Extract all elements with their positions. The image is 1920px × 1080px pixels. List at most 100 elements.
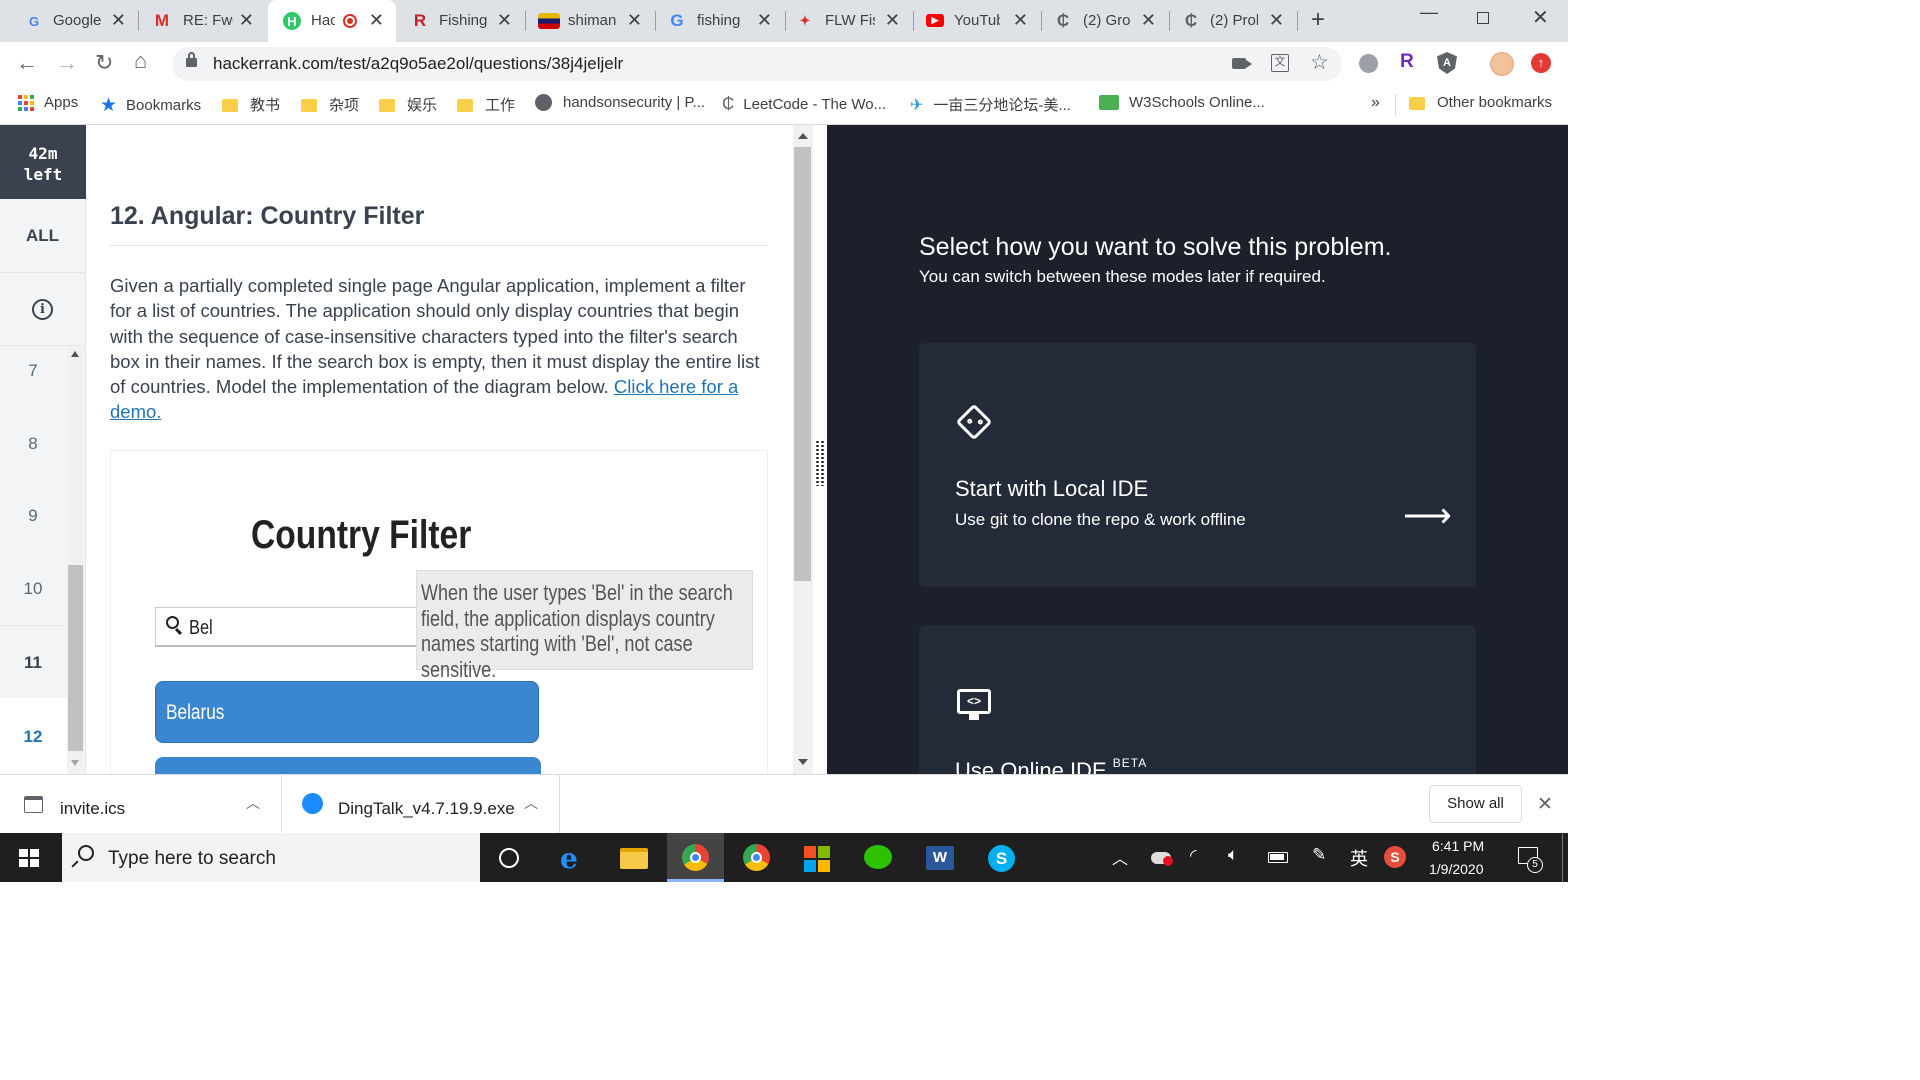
forward-button[interactable]: → (56, 50, 78, 76)
sogou-icon[interactable]: S (1384, 846, 1406, 868)
tab-fishing[interactable]: R Fishing ✕ (396, 0, 524, 42)
close-icon[interactable]: ✕ (1269, 10, 1284, 31)
scroll-up-arrow[interactable] (798, 133, 808, 139)
info-icon[interactable]: i (32, 299, 53, 320)
battery-icon[interactable] (1268, 852, 1288, 863)
download-item-invite[interactable]: invite.ics ︿ (0, 775, 282, 833)
volume-icon[interactable]: 🔈︎ (1228, 845, 1238, 865)
download-item-dingtalk[interactable]: DingTalk_v4.7.19.9.exe ︿ (282, 775, 560, 833)
ime-indicator[interactable]: 英 (1350, 845, 1368, 871)
chevron-up-icon[interactable]: ︿ (524, 793, 538, 813)
close-window-button[interactable]: ✕ (1532, 5, 1549, 30)
pen-icon[interactable]: ✎ (1312, 845, 1326, 865)
close-icon[interactable]: ✕ (1141, 10, 1156, 31)
bookmark-folder-work[interactable]: 工作 (457, 94, 515, 115)
close-icon[interactable]: ✕ (627, 10, 642, 31)
taskbar-search-box[interactable]: Type here to search (62, 833, 480, 882)
word-icon[interactable]: W (926, 846, 954, 870)
arrow-right-icon[interactable]: ⟶ (1403, 499, 1452, 533)
close-icon[interactable]: ✕ (369, 10, 384, 31)
chrome-profile-icon[interactable] (743, 844, 770, 871)
close-icon[interactable]: ✕ (239, 10, 254, 31)
tab-leetcode-problem[interactable]: ₵ (2) Prol ✕ (1170, 0, 1296, 42)
tab-leetcode-group[interactable]: ₵ (2) Gro ✕ (1042, 0, 1168, 42)
tab-hackerrank[interactable]: H Hac ✕ (268, 0, 396, 42)
scroll-up-arrow[interactable] (71, 351, 79, 357)
bookmark-folder-misc[interactable]: 杂项 (301, 94, 359, 115)
scroll-down-arrow[interactable] (798, 759, 808, 765)
onedrive-icon[interactable] (1151, 852, 1173, 866)
extension-r-icon[interactable]: R (1400, 51, 1414, 73)
bookmarks-overflow-button[interactable]: » (1371, 94, 1380, 112)
lock-icon[interactable] (186, 52, 197, 67)
reload-button[interactable]: ↻ (95, 50, 113, 76)
bookmark-apps[interactable]: Apps (18, 94, 78, 111)
close-icon[interactable]: ✕ (885, 10, 900, 31)
tab-gmail[interactable]: M RE: Fwd ✕ (138, 0, 266, 42)
cortana-icon[interactable] (499, 848, 519, 868)
update-icon[interactable]: ↑ (1531, 53, 1551, 73)
close-downloads-button[interactable]: ✕ (1537, 793, 1553, 816)
home-button[interactable]: ⌂ (134, 48, 147, 74)
question-8-button[interactable]: 8 (0, 434, 66, 454)
taskbar-search-placeholder: Type here to search (108, 848, 276, 869)
clock-time[interactable]: 6:41 PM (1432, 838, 1484, 854)
panel-resize-handle[interactable] (815, 440, 825, 486)
tab-title: Google (53, 12, 101, 29)
tab-flw[interactable]: ✦ FLW Fis ✕ (786, 0, 912, 42)
translate-icon[interactable]: 文 (1271, 54, 1289, 72)
show-all-button[interactable]: Show all (1429, 785, 1522, 823)
tab-shimano[interactable]: shiman ✕ (526, 0, 654, 42)
scroll-down-arrow[interactable] (71, 760, 79, 766)
restore-button[interactable] (1477, 12, 1489, 24)
question-9-button[interactable]: 9 (0, 506, 66, 526)
tab-youtube[interactable]: ▶ YouTub ✕ (914, 0, 1040, 42)
clock-date[interactable]: 1/9/2020 (1429, 861, 1484, 877)
online-ide-card[interactable]: <> Use Online IDE BETA (919, 625, 1476, 774)
search-icon (71, 845, 94, 868)
bookmark-bookmarks[interactable]: ★ Bookmarks (100, 94, 201, 117)
close-icon[interactable]: ✕ (111, 10, 126, 31)
bookmark-handsonsecurity[interactable]: handsonsecurity | P... (535, 94, 705, 111)
content-scrollbar[interactable] (793, 125, 813, 774)
question-12-button[interactable]: 12 (0, 727, 66, 747)
edge-icon[interactable]: e (560, 842, 578, 875)
new-tab-button[interactable]: + (1311, 6, 1325, 34)
wechat-icon[interactable] (864, 845, 892, 869)
chevron-up-icon[interactable]: ︿ (246, 793, 260, 813)
back-button[interactable]: ← (16, 50, 38, 76)
bookmark-folder-teaching[interactable]: 教书 (222, 94, 280, 115)
close-icon[interactable]: ✕ (497, 10, 512, 31)
tab-google[interactable]: G Google ✕ (0, 0, 138, 42)
bookmark-other-bookmarks[interactable]: Other bookmarks (1409, 94, 1552, 111)
bookmark-folder-entertainment[interactable]: 娱乐 (379, 94, 437, 115)
all-questions-button[interactable]: ALL (0, 226, 85, 246)
bookmark-w3schools[interactable]: W3Schools Online... (1099, 94, 1265, 111)
wifi-icon[interactable]: ◜ (1190, 846, 1197, 866)
windows-start-icon[interactable] (19, 849, 39, 867)
close-icon[interactable]: ✕ (757, 10, 772, 31)
file-explorer-icon[interactable] (620, 848, 648, 869)
skype-icon[interactable]: S (988, 845, 1015, 872)
close-icon[interactable]: ✕ (1013, 10, 1028, 31)
minimize-button[interactable]: — (1420, 2, 1438, 23)
bookmark-leetcode[interactable]: ₵ LeetCode - The Wo... (722, 94, 886, 114)
content-scrollbar-thumb[interactable] (794, 147, 811, 581)
url-text[interactable]: hackerrank.com/test/a2q9o5ae2ol/question… (213, 54, 623, 74)
extension-globe-icon[interactable] (1359, 54, 1378, 73)
profile-avatar[interactable] (1490, 52, 1514, 76)
microsoft-store-icon[interactable] (804, 846, 830, 872)
nav-scrollbar-thumb[interactable] (68, 565, 83, 751)
question-7-button[interactable]: 7 (0, 361, 66, 381)
bookmark-1point3acres[interactable]: ✈ 一亩三分地论坛-美... (910, 94, 1071, 115)
leetcode-icon: ₵ (1056, 11, 1070, 30)
question-11-button[interactable]: 11 (0, 653, 66, 673)
tab-google-search[interactable]: G fishing ✕ (656, 0, 784, 42)
camera-icon[interactable] (1232, 58, 1252, 69)
local-ide-card[interactable]: Start with Local IDE Use git to clone th… (919, 343, 1476, 587)
star-icon[interactable]: ☆ (1310, 50, 1329, 75)
question-10-button[interactable]: 10 (0, 579, 66, 599)
show-desktop-button[interactable] (1562, 833, 1563, 882)
tray-overflow-icon[interactable]: ︿ (1112, 845, 1128, 869)
taskbar-chrome-active[interactable] (667, 833, 724, 882)
